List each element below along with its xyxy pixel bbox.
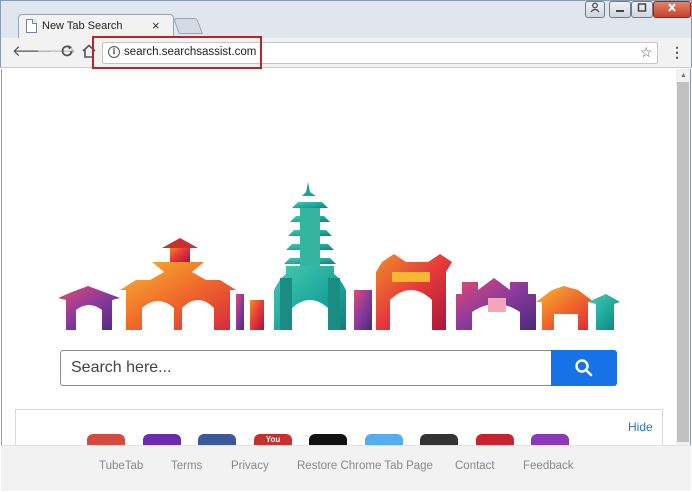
hide-apps-link[interactable]: Hide — [628, 420, 653, 434]
bookmark-star-icon[interactable]: ☆ — [640, 44, 653, 61]
page-icon — [26, 19, 37, 33]
footer-link-privacy[interactable]: Privacy — [231, 460, 269, 472]
footer-link-restore-chrome-tab-page[interactable]: Restore Chrome Tab Page — [297, 460, 433, 472]
footer-link-terms[interactable]: Terms — [171, 460, 202, 472]
maximize-button[interactable] — [631, 1, 653, 18]
close-tab-icon[interactable]: × — [152, 18, 160, 33]
skyline-illustration — [58, 182, 620, 330]
close-icon — [668, 3, 676, 12]
minimize-button[interactable] — [609, 1, 631, 18]
footer-link-contact[interactable]: Contact — [455, 460, 495, 472]
scrollbar-thumb[interactable] — [677, 82, 689, 442]
close-window-button[interactable] — [653, 1, 691, 18]
user-profile-button[interactable] — [585, 1, 605, 18]
user-icon — [590, 2, 600, 13]
reload-icon[interactable] — [60, 44, 74, 62]
tab-title: New Tab Search — [42, 20, 123, 32]
search-icon — [575, 359, 593, 377]
search-button[interactable] — [551, 350, 617, 386]
minimize-icon — [616, 10, 624, 12]
maximize-icon — [637, 3, 647, 12]
url-highlight-box — [92, 36, 262, 69]
search-input[interactable] — [60, 350, 554, 386]
menu-icon[interactable]: ⋮ — [670, 44, 684, 61]
footer-link-feedback[interactable]: Feedback — [523, 460, 574, 472]
scroll-up-icon[interactable]: ▲ — [680, 72, 687, 79]
footer-link-tubetab[interactable]: TubeTab — [99, 460, 143, 472]
